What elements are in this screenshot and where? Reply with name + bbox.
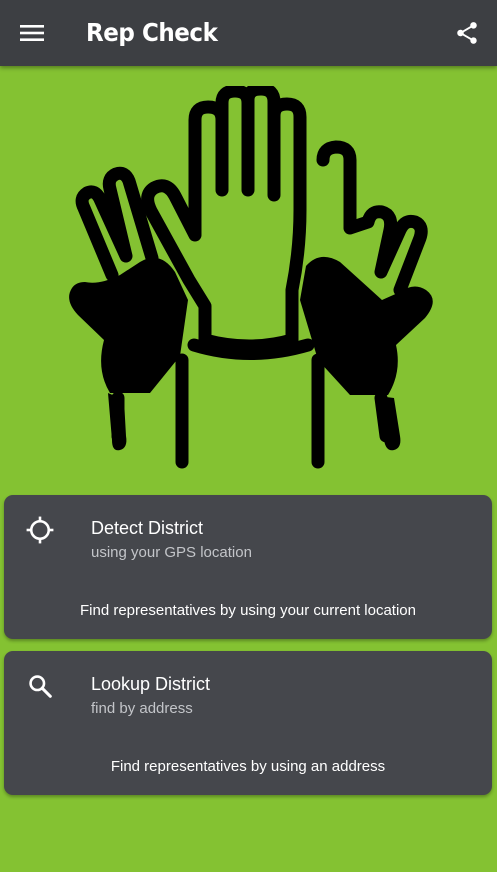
gps-crosshair-icon (26, 516, 54, 544)
app-title: Rep Check (86, 18, 218, 47)
detect-district-card[interactable]: Detect District using your GPS location … (4, 495, 492, 639)
share-button[interactable] (445, 11, 489, 55)
raised-hands-icon (69, 86, 433, 469)
menu-button[interactable] (10, 11, 54, 55)
card-subtitle: using your GPS location (91, 544, 252, 561)
card-subtitle: find by address (91, 700, 193, 717)
card-title: Detect District (91, 518, 204, 538)
card-icon-wrapper (23, 669, 57, 703)
card-icon-wrapper (23, 513, 57, 547)
share-icon (457, 22, 477, 44)
lookup-district-card[interactable]: Lookup District find by address Find rep… (4, 651, 492, 795)
search-icon (29, 675, 52, 698)
card-description: Find representatives by using an address (110, 758, 386, 775)
card-title: Lookup District (91, 674, 211, 694)
app-bar: Rep Check (0, 0, 497, 66)
hamburger-menu-icon (20, 25, 44, 41)
card-description: Find representatives by using your curre… (79, 602, 416, 619)
